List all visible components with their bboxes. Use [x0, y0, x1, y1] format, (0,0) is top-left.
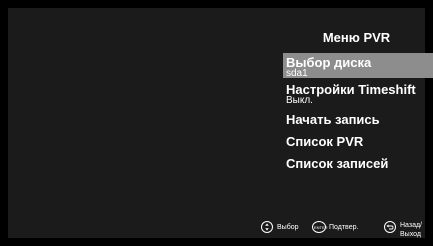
menu-item-label: Список PVR	[286, 134, 364, 149]
return-arrow-icon	[384, 221, 396, 233]
tv-screen: Меню PVR Выбор диска sda1 Настройки Time…	[0, 0, 433, 246]
hint-select-label: Выбор	[277, 224, 299, 231]
menu-item-disk-select[interactable]: Выбор диска sda1	[283, 53, 433, 79]
menu-item-label: Список записей	[286, 156, 389, 171]
menu-item-label: Выбор диска	[286, 55, 372, 70]
menu-item-label: Начать запись	[286, 112, 380, 127]
hint-exit-label: Выход	[400, 231, 421, 238]
hint-back-label: Назад/	[400, 222, 423, 229]
menu-item-start-recording[interactable]: Начать запись	[283, 113, 433, 129]
menu-item-timeshift-settings[interactable]: Настройки Timeshift Выкл.	[283, 83, 433, 110]
hint-confirm-label: Подтвер.	[329, 224, 359, 231]
menu-item-pvr-list[interactable]: Список PVR	[283, 135, 433, 151]
enter-badge-text: ENTER	[314, 225, 328, 230]
menu-item-value: Выкл.	[286, 95, 313, 106]
dpad-updown-icon	[261, 221, 273, 233]
menu-title: Меню PVR	[322, 30, 391, 45]
menu-item-recordings-list[interactable]: Список записей	[283, 157, 433, 173]
menu-item-value: sda1	[286, 68, 308, 79]
enter-button-icon: ENTER	[312, 221, 328, 233]
